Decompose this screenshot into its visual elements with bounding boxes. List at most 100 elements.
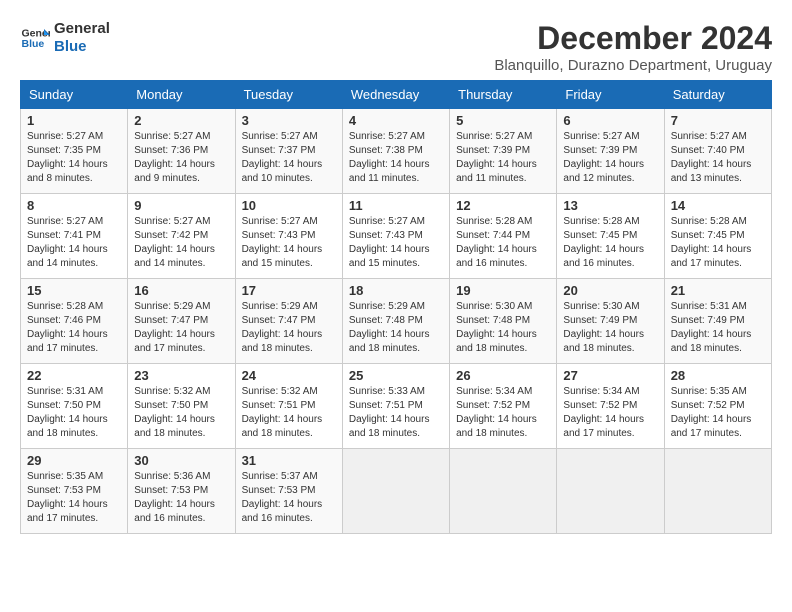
day-info: Sunrise: 5:32 AMSunset: 7:51 PMDaylight:… xyxy=(242,385,336,441)
calendar-cell: 16 Sunrise: 5:29 AMSunset: 7:47 PMDaylig… xyxy=(128,279,235,364)
day-header-monday: Monday xyxy=(128,81,235,109)
day-info: Sunrise: 5:34 AMSunset: 7:52 PMDaylight:… xyxy=(563,385,657,441)
day-info: Sunrise: 5:28 AMSunset: 7:45 PMDaylight:… xyxy=(563,215,657,271)
day-info: Sunrise: 5:31 AMSunset: 7:50 PMDaylight:… xyxy=(27,385,121,441)
day-number: 28 xyxy=(671,368,765,383)
day-info: Sunrise: 5:27 AMSunset: 7:39 PMDaylight:… xyxy=(563,130,657,186)
day-header-tuesday: Tuesday xyxy=(235,81,342,109)
calendar-cell: 6 Sunrise: 5:27 AMSunset: 7:39 PMDayligh… xyxy=(557,109,664,194)
day-info: Sunrise: 5:34 AMSunset: 7:52 PMDaylight:… xyxy=(456,385,550,441)
title-section: December 2024 Blanquillo, Durazno Depart… xyxy=(494,20,772,74)
calendar-week-3: 15 Sunrise: 5:28 AMSunset: 7:46 PMDaylig… xyxy=(21,279,772,364)
calendar-cell: 12 Sunrise: 5:28 AMSunset: 7:44 PMDaylig… xyxy=(450,194,557,279)
calendar-cell: 13 Sunrise: 5:28 AMSunset: 7:45 PMDaylig… xyxy=(557,194,664,279)
calendar-cell: 7 Sunrise: 5:27 AMSunset: 7:40 PMDayligh… xyxy=(664,109,771,194)
day-number: 24 xyxy=(242,368,336,383)
day-number: 9 xyxy=(134,198,228,213)
calendar-header: SundayMondayTuesdayWednesdayThursdayFrid… xyxy=(21,81,772,109)
day-number: 8 xyxy=(27,198,121,213)
day-info: Sunrise: 5:29 AMSunset: 7:47 PMDaylight:… xyxy=(242,300,336,356)
day-number: 31 xyxy=(242,453,336,468)
day-number: 7 xyxy=(671,113,765,128)
day-info: Sunrise: 5:27 AMSunset: 7:43 PMDaylight:… xyxy=(242,215,336,271)
day-number: 14 xyxy=(671,198,765,213)
day-number: 18 xyxy=(349,283,443,298)
location-title: Blanquillo, Durazno Department, Uruguay xyxy=(494,57,772,74)
calendar-cell xyxy=(664,449,771,534)
calendar-cell: 2 Sunrise: 5:27 AMSunset: 7:36 PMDayligh… xyxy=(128,109,235,194)
day-info: Sunrise: 5:27 AMSunset: 7:35 PMDaylight:… xyxy=(27,130,121,186)
day-header-wednesday: Wednesday xyxy=(342,81,449,109)
calendar-cell: 23 Sunrise: 5:32 AMSunset: 7:50 PMDaylig… xyxy=(128,364,235,449)
day-number: 25 xyxy=(349,368,443,383)
calendar-cell: 26 Sunrise: 5:34 AMSunset: 7:52 PMDaylig… xyxy=(450,364,557,449)
day-info: Sunrise: 5:32 AMSunset: 7:50 PMDaylight:… xyxy=(134,385,228,441)
day-number: 26 xyxy=(456,368,550,383)
calendar-cell xyxy=(450,449,557,534)
day-number: 22 xyxy=(27,368,121,383)
calendar-cell: 28 Sunrise: 5:35 AMSunset: 7:52 PMDaylig… xyxy=(664,364,771,449)
day-number: 30 xyxy=(134,453,228,468)
day-number: 4 xyxy=(349,113,443,128)
day-info: Sunrise: 5:33 AMSunset: 7:51 PMDaylight:… xyxy=(349,385,443,441)
calendar-cell: 22 Sunrise: 5:31 AMSunset: 7:50 PMDaylig… xyxy=(21,364,128,449)
calendar-cell: 15 Sunrise: 5:28 AMSunset: 7:46 PMDaylig… xyxy=(21,279,128,364)
calendar-cell: 8 Sunrise: 5:27 AMSunset: 7:41 PMDayligh… xyxy=(21,194,128,279)
calendar-cell: 27 Sunrise: 5:34 AMSunset: 7:52 PMDaylig… xyxy=(557,364,664,449)
calendar-cell: 18 Sunrise: 5:29 AMSunset: 7:48 PMDaylig… xyxy=(342,279,449,364)
calendar-cell: 29 Sunrise: 5:35 AMSunset: 7:53 PMDaylig… xyxy=(21,449,128,534)
day-info: Sunrise: 5:35 AMSunset: 7:52 PMDaylight:… xyxy=(671,385,765,441)
day-info: Sunrise: 5:27 AMSunset: 7:39 PMDaylight:… xyxy=(456,130,550,186)
calendar-cell: 21 Sunrise: 5:31 AMSunset: 7:49 PMDaylig… xyxy=(664,279,771,364)
calendar-cell: 10 Sunrise: 5:27 AMSunset: 7:43 PMDaylig… xyxy=(235,194,342,279)
day-number: 19 xyxy=(456,283,550,298)
day-info: Sunrise: 5:28 AMSunset: 7:46 PMDaylight:… xyxy=(27,300,121,356)
day-header-thursday: Thursday xyxy=(450,81,557,109)
day-info: Sunrise: 5:37 AMSunset: 7:53 PMDaylight:… xyxy=(242,470,336,526)
day-number: 1 xyxy=(27,113,121,128)
calendar-cell: 25 Sunrise: 5:33 AMSunset: 7:51 PMDaylig… xyxy=(342,364,449,449)
day-info: Sunrise: 5:30 AMSunset: 7:49 PMDaylight:… xyxy=(563,300,657,356)
day-number: 15 xyxy=(27,283,121,298)
day-info: Sunrise: 5:28 AMSunset: 7:44 PMDaylight:… xyxy=(456,215,550,271)
day-number: 16 xyxy=(134,283,228,298)
day-number: 5 xyxy=(456,113,550,128)
day-info: Sunrise: 5:29 AMSunset: 7:47 PMDaylight:… xyxy=(134,300,228,356)
day-info: Sunrise: 5:31 AMSunset: 7:49 PMDaylight:… xyxy=(671,300,765,356)
day-info: Sunrise: 5:27 AMSunset: 7:42 PMDaylight:… xyxy=(134,215,228,271)
day-number: 21 xyxy=(671,283,765,298)
calendar-week-5: 29 Sunrise: 5:35 AMSunset: 7:53 PMDaylig… xyxy=(21,449,772,534)
svg-text:Blue: Blue xyxy=(22,38,45,50)
day-info: Sunrise: 5:29 AMSunset: 7:48 PMDaylight:… xyxy=(349,300,443,356)
calendar-table: SundayMondayTuesdayWednesdayThursdayFrid… xyxy=(20,80,772,534)
calendar-cell: 14 Sunrise: 5:28 AMSunset: 7:45 PMDaylig… xyxy=(664,194,771,279)
day-number: 2 xyxy=(134,113,228,128)
day-number: 27 xyxy=(563,368,657,383)
calendar-cell: 24 Sunrise: 5:32 AMSunset: 7:51 PMDaylig… xyxy=(235,364,342,449)
calendar-cell: 19 Sunrise: 5:30 AMSunset: 7:48 PMDaylig… xyxy=(450,279,557,364)
day-number: 11 xyxy=(349,198,443,213)
calendar-cell: 3 Sunrise: 5:27 AMSunset: 7:37 PMDayligh… xyxy=(235,109,342,194)
calendar-cell xyxy=(557,449,664,534)
day-info: Sunrise: 5:27 AMSunset: 7:40 PMDaylight:… xyxy=(671,130,765,186)
page-header: General Blue General Blue December 2024 … xyxy=(20,20,772,74)
logo-icon: General Blue xyxy=(20,23,50,53)
day-number: 10 xyxy=(242,198,336,213)
day-info: Sunrise: 5:27 AMSunset: 7:36 PMDaylight:… xyxy=(134,130,228,186)
calendar-cell: 1 Sunrise: 5:27 AMSunset: 7:35 PMDayligh… xyxy=(21,109,128,194)
day-info: Sunrise: 5:27 AMSunset: 7:41 PMDaylight:… xyxy=(27,215,121,271)
logo: General Blue General Blue xyxy=(20,20,110,56)
calendar-cell: 4 Sunrise: 5:27 AMSunset: 7:38 PMDayligh… xyxy=(342,109,449,194)
day-info: Sunrise: 5:27 AMSunset: 7:43 PMDaylight:… xyxy=(349,215,443,271)
day-header-sunday: Sunday xyxy=(21,81,128,109)
day-info: Sunrise: 5:27 AMSunset: 7:37 PMDaylight:… xyxy=(242,130,336,186)
calendar-week-1: 1 Sunrise: 5:27 AMSunset: 7:35 PMDayligh… xyxy=(21,109,772,194)
calendar-cell: 20 Sunrise: 5:30 AMSunset: 7:49 PMDaylig… xyxy=(557,279,664,364)
calendar-week-4: 22 Sunrise: 5:31 AMSunset: 7:50 PMDaylig… xyxy=(21,364,772,449)
calendar-cell: 30 Sunrise: 5:36 AMSunset: 7:53 PMDaylig… xyxy=(128,449,235,534)
day-number: 20 xyxy=(563,283,657,298)
calendar-cell: 31 Sunrise: 5:37 AMSunset: 7:53 PMDaylig… xyxy=(235,449,342,534)
day-number: 29 xyxy=(27,453,121,468)
day-number: 23 xyxy=(134,368,228,383)
day-header-friday: Friday xyxy=(557,81,664,109)
